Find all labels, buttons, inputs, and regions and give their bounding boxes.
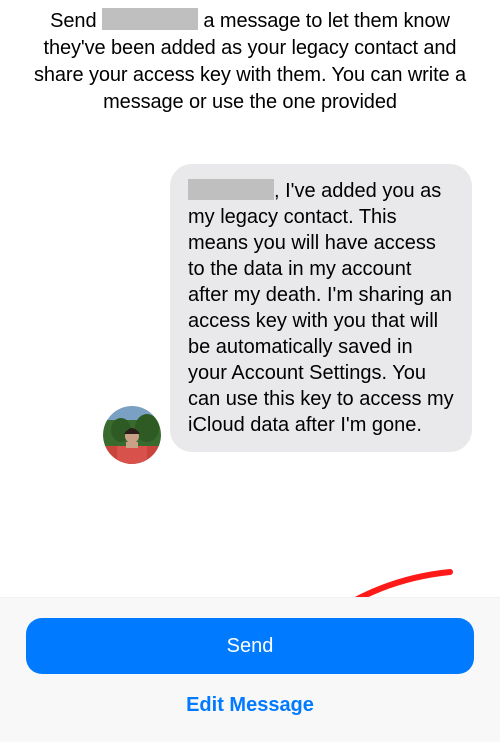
action-bar: Send Edit Message [0,597,500,742]
avatar-icon [103,406,161,464]
edit-message-button[interactable]: Edit Message [26,680,474,730]
send-button-label: Send [227,635,274,658]
instruction-text: Send a message to let them know they've … [28,8,472,116]
message-body: , I've added you as my legacy contact. T… [188,180,454,436]
contact-avatar [103,406,161,464]
edit-message-label: Edit Message [186,694,314,717]
message-preview: , I've added you as my legacy contact. T… [170,164,472,452]
redacted-contact-name [102,8,198,30]
send-button[interactable]: Send [26,618,474,674]
message-bubble: , I've added you as my legacy contact. T… [170,164,472,452]
redacted-recipient-name [188,179,274,200]
instruction-prefix: Send [50,10,102,32]
